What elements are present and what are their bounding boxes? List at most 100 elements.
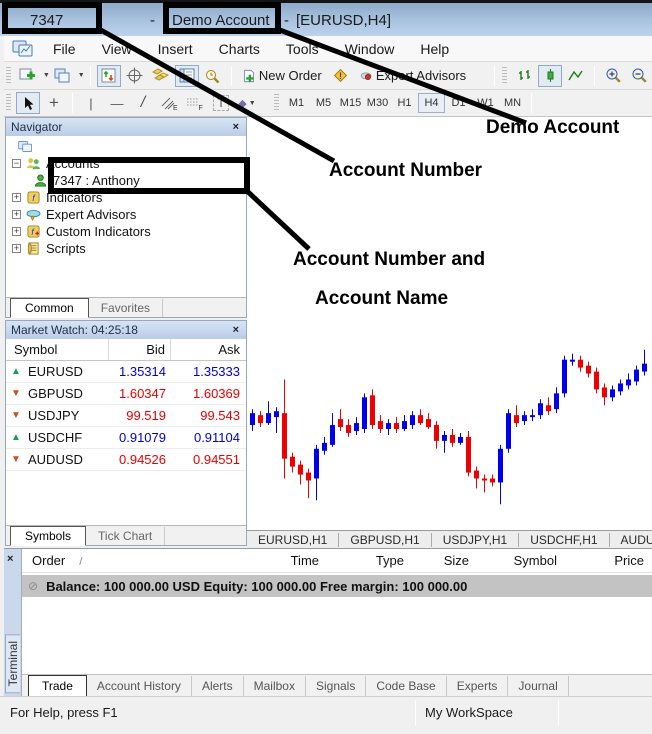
zoom-in-button[interactable]: [601, 65, 625, 87]
market-watch-row-usdchf[interactable]: ▲USDCHF 0.91079 0.91104: [6, 427, 246, 449]
new-order-button[interactable]: New Order: [238, 65, 327, 87]
market-watch-title-bar[interactable]: Market Watch: 04:25:18 ×: [6, 321, 246, 339]
timeframe-w1-button[interactable]: W1: [472, 93, 499, 113]
tab-account-history[interactable]: Account History: [87, 676, 192, 696]
column-order[interactable]: Order/: [22, 553, 149, 568]
menu-help[interactable]: Help: [407, 41, 462, 57]
market-watch-row-eurusd[interactable]: ▲EURUSD 1.35314 1.35333: [6, 361, 246, 383]
column-bid[interactable]: Bid: [109, 339, 171, 360]
tree-row-indicators[interactable]: + f Indicators: [6, 189, 246, 206]
timeframe-m15-button[interactable]: M15: [337, 93, 364, 113]
market-watch-row-usdjpy[interactable]: ▼USDJPY 99.519 99.543: [6, 405, 246, 427]
close-icon[interactable]: ×: [7, 553, 13, 565]
cursor-tool-button[interactable]: [16, 92, 40, 114]
column-time[interactable]: Time: [149, 553, 319, 568]
chart-tab-usdjpy[interactable]: USDJPY,H1: [432, 533, 519, 547]
zoom-out-button[interactable]: [627, 65, 651, 87]
expand-icon[interactable]: +: [12, 227, 21, 236]
navigator-toggle-button[interactable]: [149, 65, 173, 87]
chart-profiles-button[interactable]: [51, 65, 75, 87]
toolbar-grip[interactable]: [274, 94, 279, 112]
timeframe-d1-button[interactable]: D1: [445, 93, 472, 113]
menu-insert[interactable]: Insert: [145, 41, 206, 57]
expand-icon[interactable]: +: [12, 244, 21, 253]
chart-tab-usdchf[interactable]: USDCHF,H1: [519, 533, 609, 547]
column-type[interactable]: Type: [319, 553, 404, 568]
terminal-vertical-tab[interactable]: Terminal: [5, 634, 20, 693]
crosshair-tool-button[interactable]: +: [42, 92, 66, 114]
arrows-tool-button[interactable]: ◆ ▼: [235, 92, 259, 114]
toolbar-grip[interactable]: [502, 67, 507, 85]
balance-row[interactable]: ⊘ Balance: 100 000.00 USD Equity: 100 00…: [22, 575, 652, 597]
horizontal-line-tool-button[interactable]: —: [105, 92, 129, 114]
equidistant-channel-tool-button[interactable]: E: [157, 92, 181, 114]
fibonacci-tool-button[interactable]: F: [183, 92, 207, 114]
market-watch-title: Market Watch: 04:25:18: [11, 323, 138, 337]
vertical-line-tool-button[interactable]: |: [79, 92, 103, 114]
terminal-toggle-button[interactable]: [175, 65, 199, 87]
column-size[interactable]: Size: [404, 553, 469, 568]
market-watch-toggle-button[interactable]: [97, 65, 121, 87]
toolbar-grip[interactable]: [6, 67, 11, 85]
chart-tab-audusd[interactable]: AUDUSD,H1: [610, 533, 652, 547]
tab-journal[interactable]: Journal: [508, 676, 568, 696]
expert-advisors-button[interactable]: Expert Advisors: [355, 65, 471, 87]
expand-icon[interactable]: +: [12, 193, 21, 202]
column-symbol[interactable]: Symbol: [469, 553, 557, 568]
close-icon[interactable]: ×: [231, 121, 241, 133]
tree-row-account[interactable]: 7347 : Anthony: [6, 172, 246, 189]
menu-file[interactable]: File: [40, 41, 89, 57]
tab-experts[interactable]: Experts: [447, 676, 509, 696]
tab-signals[interactable]: Signals: [306, 676, 366, 696]
column-price[interactable]: Price: [557, 553, 652, 568]
new-chart-dropdown-icon[interactable]: ▼: [43, 72, 50, 79]
menu-tools[interactable]: Tools: [273, 41, 332, 57]
menu-charts[interactable]: Charts: [206, 41, 273, 57]
toolbar-grip[interactable]: [6, 94, 11, 112]
tab-code-base[interactable]: Code Base: [366, 676, 446, 696]
column-symbol[interactable]: Symbol: [6, 339, 109, 360]
expand-icon[interactable]: +: [12, 210, 21, 219]
chart-tab-eurusd[interactable]: EURUSD,H1: [247, 533, 339, 547]
tab-common[interactable]: Common: [10, 298, 89, 318]
chart-tab-gbpusd[interactable]: GBPUSD,H1: [339, 533, 431, 547]
bid-value: 0.94526: [109, 452, 171, 467]
strategy-tester-button[interactable]: [201, 65, 225, 87]
timeframe-m30-button[interactable]: M30: [364, 93, 391, 113]
tab-alerts[interactable]: Alerts: [192, 676, 244, 696]
tab-tick-chart[interactable]: Tick Chart: [86, 527, 165, 545]
market-watch-row-gbpusd[interactable]: ▼GBPUSD 1.60347 1.60369: [6, 383, 246, 405]
menu-window[interactable]: Window: [332, 41, 408, 57]
tree-row-accounts[interactable]: − Accounts: [6, 155, 246, 172]
collapse-icon[interactable]: −: [12, 159, 21, 168]
tab-mailbox[interactable]: Mailbox: [244, 676, 306, 696]
chart-area[interactable]: [247, 117, 652, 530]
tree-row-root[interactable]: [6, 138, 246, 155]
data-window-button[interactable]: [123, 65, 147, 87]
candlestick-mode-button[interactable]: [538, 65, 562, 87]
metaquotes-alert-button[interactable]: !: [329, 65, 353, 87]
navigator-title-bar[interactable]: Navigator ×: [6, 118, 246, 136]
trendline-tool-button[interactable]: /: [131, 92, 155, 114]
tree-row-scripts[interactable]: + Scripts: [6, 240, 246, 257]
timeframe-m1-button[interactable]: M1: [283, 93, 310, 113]
new-chart-button[interactable]: [16, 65, 40, 87]
market-watch-row-audusd[interactable]: ▼AUDUSD 0.94526 0.94551: [6, 449, 246, 471]
column-ask[interactable]: Ask: [171, 342, 246, 357]
tree-row-custom-indicators[interactable]: + f Custom Indicators: [6, 223, 246, 240]
chart-profiles-dropdown-icon[interactable]: ▼: [78, 72, 85, 79]
menu-view[interactable]: View: [89, 41, 145, 57]
tree-row-expert-advisors[interactable]: + Expert Advisors: [6, 206, 246, 223]
bar-chart-mode-button[interactable]: [512, 65, 536, 87]
title-bar[interactable]: 7347 - Demo Account - [EURUSD,H4]: [0, 3, 652, 36]
timeframe-h4-button[interactable]: H4: [418, 93, 445, 113]
timeframe-mn-button[interactable]: MN: [499, 93, 526, 113]
tab-favorites[interactable]: Favorites: [89, 299, 163, 317]
tab-symbols[interactable]: Symbols: [10, 526, 86, 546]
line-chart-mode-button[interactable]: [564, 65, 588, 87]
timeframe-h1-button[interactable]: H1: [391, 93, 418, 113]
text-tool-button[interactable]: T: [209, 92, 233, 114]
timeframe-m5-button[interactable]: M5: [310, 93, 337, 113]
tab-trade[interactable]: Trade: [28, 675, 87, 697]
close-icon[interactable]: ×: [231, 324, 241, 336]
